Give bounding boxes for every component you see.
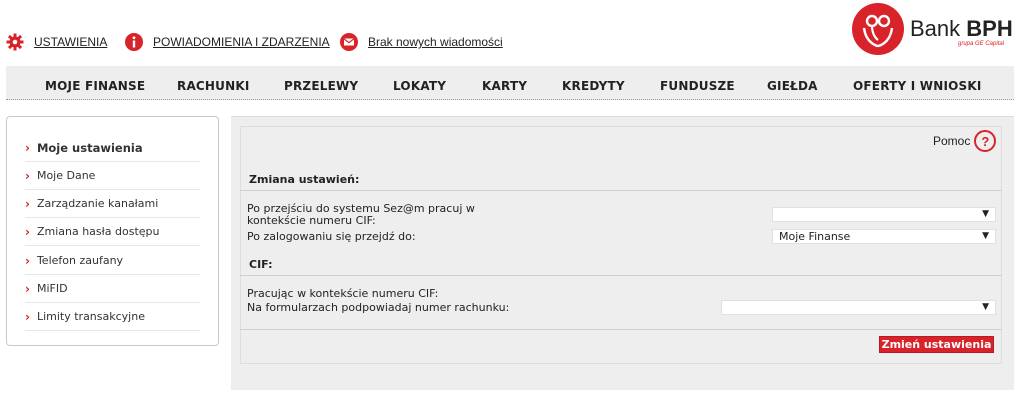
chevron-right-icon: › [25, 309, 30, 324]
chevron-right-icon: › [25, 224, 30, 239]
sidebar-item-label: Moje Dane [36, 169, 96, 182]
nav-karty[interactable]: KARTY [482, 79, 527, 93]
sidebar-item-zarzadzanie-kanalami[interactable]: › Zarządzanie kanałami [25, 190, 200, 218]
sidebar-item-label: Limity transakcyjne [36, 310, 145, 323]
cif-context-select[interactable]: ▼ [772, 207, 996, 222]
envelope-icon [340, 33, 358, 51]
after-login-select-value: Moje Finanse [779, 230, 851, 243]
nav-fundusze[interactable]: FUNDUSZE [660, 79, 735, 93]
help-icon: ? [974, 130, 997, 152]
account-number-label: Na formularzach podpowiadaj numer rachun… [247, 301, 510, 314]
cif-context-label-line2: kontekście numeru CIF: [247, 214, 376, 227]
sidebar-item-limity-transakcyjne[interactable]: › Limity transakcyjne [25, 303, 200, 331]
bank-logo[interactable]: Bank BPH grupa GE Capital [850, 2, 1020, 58]
settings-link[interactable]: USTAWIENIA [34, 35, 107, 49]
dropdown-arrow-icon: ▼ [982, 209, 989, 219]
cif-context-label: Po przejściu do systemu Sez@m pracuj w k… [247, 203, 475, 227]
sidebar-item-moje-dane[interactable]: › Moje Dane [25, 162, 200, 190]
change-settings-button[interactable]: Zmień ustawienia [879, 336, 994, 353]
nav-moje-finanse[interactable]: MOJE FINANSE [45, 79, 145, 93]
dropdown-arrow-icon: ▼ [982, 302, 989, 312]
help-label: Pomoc [933, 134, 971, 148]
sidebar-item-label: Moje ustawienia [36, 140, 143, 155]
sidebar-item-label: MiFID [36, 282, 68, 295]
divider [240, 275, 1002, 276]
bank-logo-brand-bold: BPH [966, 16, 1013, 41]
bank-logo-brand: Bank [910, 16, 961, 41]
info-icon [125, 33, 143, 51]
settings-link-group[interactable]: USTAWIENIA [6, 33, 107, 51]
sidebar-item-zmiana-hasla[interactable]: › Zmiana hasła dostępu [25, 218, 200, 246]
settings-sidebar: › Moje ustawienia › Moje Dane › Zarządza… [6, 116, 219, 346]
messages-link[interactable]: Brak nowych wiadomości [368, 35, 503, 49]
notifications-link-group[interactable]: POWIADOMIENIA I ZDARZENIA [125, 33, 330, 51]
chevron-right-icon: › [25, 253, 30, 268]
divider [240, 190, 1002, 191]
nav-rachunki[interactable]: RACHUNKI [177, 79, 250, 93]
bank-logo-text: Bank BPH [910, 16, 1013, 42]
chevron-right-icon: › [25, 281, 30, 296]
nav-lokaty[interactable]: LOKATY [393, 79, 446, 93]
dropdown-arrow-icon: ▼ [982, 231, 989, 241]
chevron-right-icon: › [25, 196, 30, 211]
messages-link-group[interactable]: Brak nowych wiadomości [340, 33, 503, 51]
section-title-zmiana-ustawien: Zmiana ustawień: [249, 173, 360, 186]
sidebar-item-mifid[interactable]: › MiFID [25, 275, 200, 303]
notifications-link[interactable]: POWIADOMIENIA I ZDARZENIA [153, 35, 330, 49]
nav-przelewy[interactable]: PRZELEWY [284, 79, 358, 93]
sidebar-item-label: Zmiana hasła dostępu [36, 225, 160, 238]
top-utility-bar: USTAWIENIA POWIADOMIENIA I ZDARZENIA Bra… [0, 0, 1024, 64]
divider [240, 329, 1002, 330]
help-link[interactable]: Pomoc ? [933, 130, 997, 152]
section-title-cif: CIF: [249, 258, 273, 271]
main-navigation: MOJE FINANSE RACHUNKI PRZELEWY LOKATY KA… [6, 66, 1014, 100]
nav-oferty-i-wnioski[interactable]: OFERTY I WNIOSKI [853, 79, 982, 93]
account-number-select[interactable]: ▼ [721, 300, 996, 315]
chevron-right-icon: › [25, 168, 30, 183]
sidebar-item-moje-ustawienia[interactable]: › Moje ustawienia [25, 134, 200, 162]
after-login-label: Po zalogowaniu się przejdź do: [247, 230, 416, 243]
sidebar-item-label: Zarządzanie kanałami [36, 197, 159, 210]
nav-gielda[interactable]: GIEŁDA [767, 79, 818, 93]
nav-kredyty[interactable]: KREDYTY [562, 79, 625, 93]
sidebar-item-label: Telefon zaufany [36, 254, 124, 267]
after-login-select[interactable]: Moje Finanse ▼ [772, 229, 996, 244]
bank-logo-tagline: grupa GE Capital [958, 41, 1005, 47]
sidebar-item-telefon-zaufany[interactable]: › Telefon zaufany [25, 247, 200, 275]
working-cif-label: Pracując w kontekście numeru CIF: [247, 287, 439, 300]
chevron-right-icon: › [25, 140, 30, 155]
gear-icon [6, 33, 24, 51]
